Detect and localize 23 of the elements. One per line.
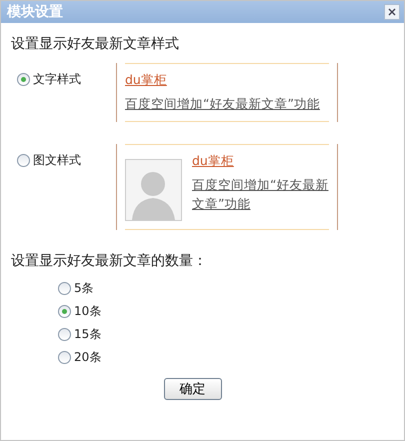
- option-label: 文字样式: [33, 71, 81, 88]
- close-icon: [388, 8, 396, 16]
- radio-button[interactable]: [58, 328, 71, 341]
- confirm-button[interactable]: 确定: [164, 378, 222, 400]
- radio-button[interactable]: [58, 305, 71, 318]
- option-label: 10条: [74, 303, 102, 320]
- close-button[interactable]: [384, 4, 400, 20]
- section-heading: 设置显示好友最新文章的数量：: [11, 252, 208, 270]
- window-title: 模块设置: [7, 3, 63, 21]
- option-label: 15条: [74, 326, 102, 343]
- author-link[interactable]: du掌柜: [192, 153, 340, 170]
- radio-button[interactable]: [58, 351, 71, 364]
- radio-button[interactable]: [17, 73, 30, 86]
- radio-button[interactable]: [17, 154, 30, 167]
- option-label: 图文样式: [33, 152, 81, 169]
- radio-button[interactable]: [58, 282, 71, 295]
- author-link[interactable]: du掌柜: [125, 72, 320, 89]
- article-link[interactable]: 百度空间增加“好友最新文章”功能: [125, 94, 320, 113]
- option-label: 5条: [74, 280, 94, 297]
- section-heading: 设置显示好友最新文章样式: [11, 35, 180, 53]
- article-link[interactable]: 百度空间增加“好友最新文章”功能: [192, 175, 340, 213]
- avatar-icon: [125, 159, 182, 221]
- option-label: 20条: [74, 349, 102, 366]
